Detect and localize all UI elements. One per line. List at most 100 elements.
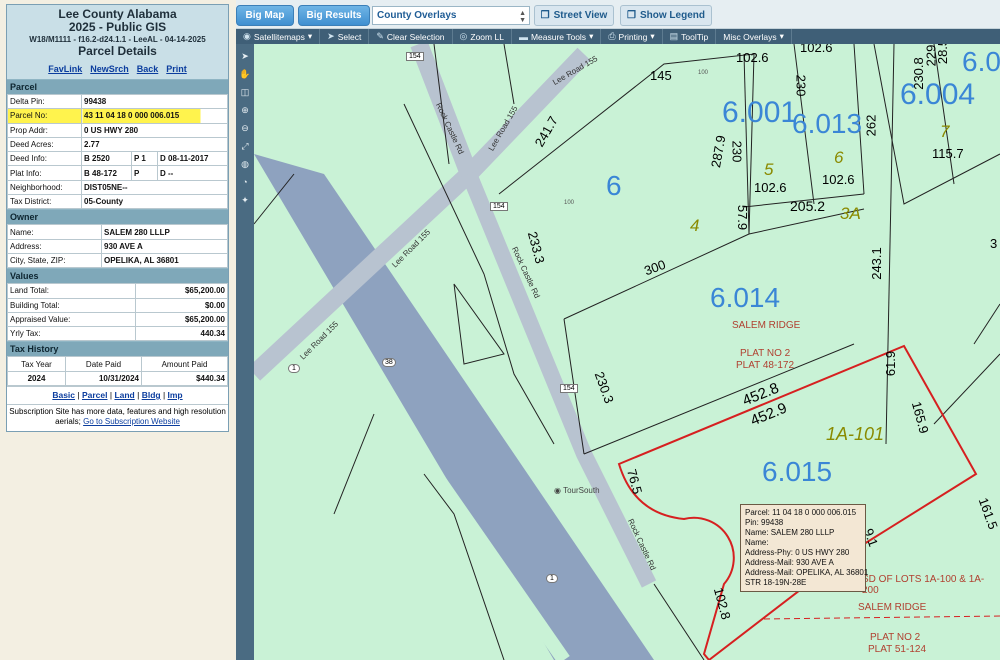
imp-link[interactable]: Imp bbox=[168, 390, 183, 400]
route-shield: 1 bbox=[288, 364, 300, 373]
misc-overlays-label: Misc Overlays bbox=[723, 31, 777, 42]
satellitemaps-menu[interactable]: ◉ Satellitemaps ▾ bbox=[236, 29, 321, 44]
tooltip-toggle[interactable]: ▤ ToolTip bbox=[663, 29, 717, 44]
measure-icon[interactable]: ◔ bbox=[238, 176, 252, 188]
misc-overlays-menu[interactable]: Misc Overlays ▾ bbox=[716, 29, 792, 44]
printing-label: Printing bbox=[618, 31, 648, 42]
poi-label: ◉ TourSouth bbox=[554, 486, 600, 495]
prop-addr-value: 0 US HWY 280 bbox=[81, 122, 228, 138]
route-shield: 154 bbox=[490, 202, 508, 211]
street-view-button[interactable]: ❐ Street View bbox=[534, 5, 614, 26]
layers-icon[interactable]: ◫ bbox=[238, 86, 252, 98]
delta-pin-value: 99438 bbox=[81, 93, 228, 110]
panel-header: Lee County Alabama 2025 - Public GIS W18… bbox=[7, 5, 228, 60]
owner-city-value: OPELIKA, AL 36801 bbox=[101, 252, 228, 269]
owner-name-value: SALEM 280 LLLP bbox=[101, 224, 228, 240]
big-results-button[interactable]: Big Results bbox=[298, 5, 370, 26]
ruler-icon: ▬ bbox=[518, 31, 528, 42]
extent-icon[interactable]: ⤢ bbox=[238, 140, 252, 152]
poi-pin-icon: ◉ bbox=[554, 486, 561, 495]
left-panel: Lee County Alabama 2025 - Public GIS W18… bbox=[0, 0, 236, 660]
compass-icon[interactable]: ✦ bbox=[238, 194, 252, 206]
tax-district-value: 05-County bbox=[81, 194, 228, 210]
tooltip-line: Address-Mail: OPELIKA, AL 36801 bbox=[745, 568, 869, 577]
tooltip-line: Address-Phy: 0 US HWY 280 bbox=[745, 548, 850, 557]
route-shield: 38 bbox=[382, 358, 396, 367]
lot-label: 5 bbox=[764, 160, 774, 179]
col-amount-paid: Amount Paid bbox=[141, 356, 228, 372]
tooltip-line: Pin: 99438 bbox=[745, 518, 784, 527]
plat-label: PLAT NO 2 bbox=[740, 348, 791, 359]
plat-label: PLAT NO 2 bbox=[870, 632, 921, 643]
parcel-label: 6 bbox=[606, 170, 622, 201]
dimension-label: 61.9 bbox=[883, 350, 899, 377]
favlink-link[interactable]: FavLink bbox=[48, 64, 82, 74]
zoom-ll-tool[interactable]: ◎ Zoom LL bbox=[453, 29, 512, 44]
dimension-label: 230.8 bbox=[910, 57, 926, 90]
globe-icon: ◉ bbox=[243, 31, 251, 41]
page-title: Parcel Details bbox=[78, 44, 157, 58]
select-tool[interactable]: ➤ Select bbox=[320, 29, 370, 44]
parcel-label: 6.013 bbox=[792, 108, 863, 139]
overlay-select-value: County Overlays bbox=[377, 10, 457, 21]
tooltip-line: Address-Mail: 930 AVE A bbox=[745, 558, 834, 567]
plat-label: PLAT 51-124 bbox=[868, 644, 927, 655]
deed-info-label: Deed Info: bbox=[7, 151, 82, 167]
parcel-label: 6.001 bbox=[722, 96, 798, 129]
parcel-no-label: Parcel No: bbox=[7, 108, 82, 124]
plat-label: PLAT 48-172 bbox=[736, 360, 795, 371]
chevron-down-icon: ▾ bbox=[779, 31, 784, 41]
table-row: 2024 10/31/2024 $440.34 bbox=[7, 370, 228, 387]
measure-tools-menu[interactable]: ▬ Measure Tools ▾ bbox=[512, 29, 602, 44]
printer-icon: ⎙ bbox=[608, 31, 616, 41]
land-total-value: $65,200.00 bbox=[135, 283, 228, 299]
parcel-label: 6.014 bbox=[710, 282, 781, 313]
street-view-label: Street View bbox=[553, 10, 608, 21]
tax-history-table: Tax Year Date Paid Amount Paid 2024 10/31/2… bbox=[7, 356, 228, 387]
big-map-button[interactable]: Big Map bbox=[236, 5, 294, 26]
lot-label: 3A bbox=[840, 204, 861, 223]
map-toolbar: ◉ Satellitemaps ▾ ➤ Select ✎ Clear Selection… bbox=[236, 29, 1000, 44]
zoom-in-icon[interactable]: ⊕ bbox=[238, 104, 252, 116]
bldg-link[interactable]: Bldg bbox=[142, 390, 161, 400]
overlay-select[interactable]: County Overlays ▲ ▼ bbox=[372, 6, 530, 25]
top-bar: Big Map Big Results County Overlays ▲ ▼ ❐ S… bbox=[236, 0, 1000, 29]
parcel-table: Delta Pin: 99438 Parcel No: 43 11 04 18 0 … bbox=[7, 93, 228, 210]
printing-menu[interactable]: ⎙ Printing ▾ bbox=[601, 29, 663, 44]
tax-year-cell: 2024 bbox=[7, 370, 66, 387]
map-canvas[interactable]: 6.001 6.013 6.004 6 6.014 6.015 6.0 5 6 … bbox=[254, 44, 1000, 660]
basic-link[interactable]: Basic bbox=[52, 390, 75, 400]
show-legend-button[interactable]: ❐ Show Legend bbox=[620, 5, 712, 26]
building-total-value: $0.00 bbox=[135, 297, 228, 313]
appraised-value: $65,200.00 bbox=[135, 311, 228, 328]
subscription-note: Subscription Site has more data, feature… bbox=[7, 404, 228, 431]
highway bbox=[254, 154, 654, 660]
locate-icon[interactable]: ◍ bbox=[238, 158, 252, 170]
print-link[interactable]: Print bbox=[166, 64, 187, 74]
clear-selection-tool[interactable]: ✎ Clear Selection bbox=[369, 29, 453, 44]
route-shield: 154 bbox=[560, 384, 578, 393]
dimension-label: 102.6 bbox=[800, 44, 833, 55]
pointer-icon: ➤ bbox=[327, 31, 335, 41]
newsrch-link[interactable]: NewSrch bbox=[90, 64, 129, 74]
land-link[interactable]: Land bbox=[114, 390, 134, 400]
neighborhood-value: DIST05NE-- bbox=[81, 179, 228, 196]
yearly-tax-label: Yrly Tax: bbox=[7, 326, 136, 342]
clear-selection-label: Clear Selection bbox=[386, 31, 445, 42]
select-arrow-icon: ▲ ▼ bbox=[519, 10, 526, 24]
neighborhood-label: Neighborhood: bbox=[7, 179, 82, 196]
lot-label: 7 bbox=[940, 122, 950, 141]
back-link[interactable]: Back bbox=[137, 64, 159, 74]
values-table: Land Total: $65,200.00 Building Total: $0.… bbox=[7, 283, 228, 342]
pan-icon[interactable]: ✋ bbox=[238, 68, 252, 80]
parcel-tooltip: Parcel: 11 04 18 0 000 006.015 Pin: 9943… bbox=[740, 504, 869, 592]
zoom-out-icon[interactable]: ⊖ bbox=[238, 122, 252, 134]
dimension-label: 230 bbox=[729, 140, 745, 163]
pointer-icon[interactable]: ➤ bbox=[238, 50, 252, 62]
yearly-tax-value: 440.34 bbox=[135, 326, 228, 342]
subscription-link[interactable]: Go to Subscription Website bbox=[83, 417, 180, 426]
satellitemaps-label: Satellitemaps bbox=[253, 31, 305, 42]
show-legend-label: Show Legend bbox=[639, 10, 705, 21]
parcel-link[interactable]: Parcel bbox=[82, 390, 108, 400]
deed-book: B 2520 bbox=[81, 151, 132, 167]
